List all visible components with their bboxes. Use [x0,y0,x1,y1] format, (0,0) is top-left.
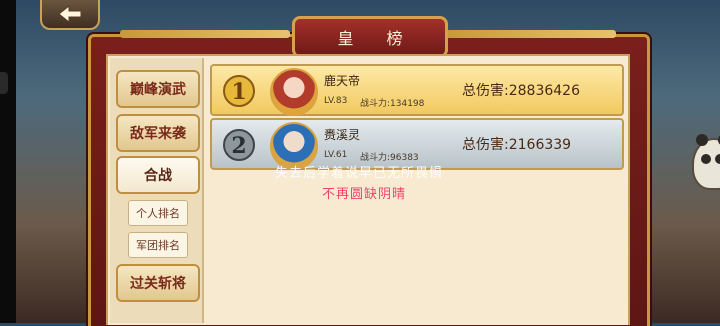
left-arrow-icon [58,5,82,23]
device-edge [0,0,16,323]
player-level: LV.83 [324,96,348,106]
rank-1-number: 1 [231,79,246,105]
player-power: 战斗力:134198 [360,99,425,109]
rank-1-badge-icon: 1 [223,75,255,107]
avatar [270,68,318,116]
title-ornament-left [120,30,290,38]
title-ornament-right [446,30,616,38]
player-level: LV.61 [324,150,348,160]
rank-2-number: 2 [231,133,246,159]
device-side-button [0,72,8,94]
player-name: 赉溪灵 [324,128,361,142]
sub-tab-legion-rank[interactable]: 军团排名 [128,232,188,258]
total-damage: 总伤害:2166339 [462,137,572,153]
sidebar-item-joint-battle[interactable]: 合战 [116,156,200,194]
sidebar-item-peak-duel[interactable]: 巅峰演武 [116,70,200,108]
player-name: 鹿天帝 [324,74,361,88]
total-damage: 总伤害:28836426 [462,83,580,99]
sidebar-item-pass-challenge[interactable]: 过关斩将 [116,264,200,302]
sidebar-item-enemy-raid[interactable]: 敌军来袭 [116,114,200,152]
rank-2-badge-icon: 2 [223,129,255,161]
lyric-line-2: 不再圆缺阴晴 [322,187,407,202]
ranking-row-1[interactable]: 1 鹿天帝 LV.83 战斗力:134198 总伤害:28836426 [210,64,624,116]
panda-mascot-icon[interactable] [692,134,720,190]
back-button[interactable] [40,0,100,30]
lyric-line-1: 失去后学着说早已无所畏惧 [275,166,444,181]
sub-tab-personal-rank[interactable]: 个人排名 [128,200,188,226]
page-title: 皇 榜 [292,16,448,58]
